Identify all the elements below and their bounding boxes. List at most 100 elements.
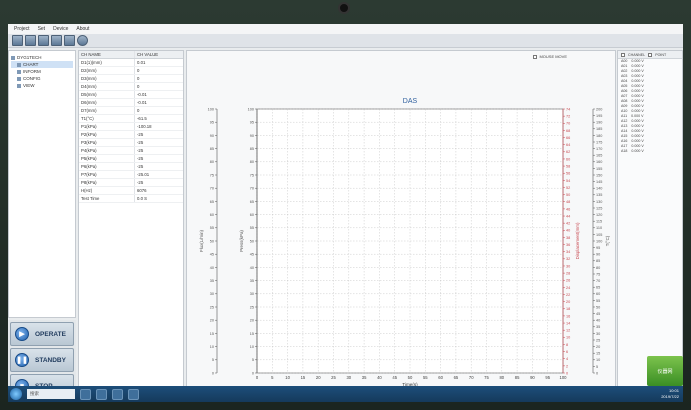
settings-icon[interactable]	[38, 35, 49, 46]
help-icon[interactable]	[77, 35, 88, 46]
y-tick-label: 90	[596, 253, 600, 257]
cell-name: P3(kPa)	[79, 139, 135, 146]
y-tick-label: 90	[250, 134, 254, 138]
y-tick-label: 46	[566, 207, 570, 211]
menu-project[interactable]: Project	[14, 26, 30, 32]
cell-value: 0	[137, 68, 140, 73]
y-tick-label: 25	[210, 305, 214, 309]
table-row[interactable]: D5(mm) -0.01	[79, 91, 183, 99]
x-tick-label: 20	[316, 375, 321, 380]
y-tick-label: 32	[566, 257, 570, 261]
table-body: D1(1)(mm) 0.01 D2(mm) 0 D3(mm) 0 D4(mm) 0 D5(mm)…	[79, 59, 183, 203]
edge-icon[interactable]	[80, 388, 91, 400]
y-tick-label: 4	[566, 357, 568, 361]
table-row[interactable]: P3(kPa) -25	[79, 139, 183, 147]
channel-list: A00 0.000 V A01 0.000 V A02 0.000 V A03 0.000 V…	[618, 59, 682, 154]
y-tick-label: 45	[596, 312, 600, 316]
table-row[interactable]: D1(1)(mm) 0.01	[79, 59, 183, 67]
x-tick-label: 85	[515, 375, 520, 380]
operate-button[interactable]: ▶ OPERATE	[10, 322, 74, 346]
folder-icon[interactable]	[96, 388, 107, 400]
table-row[interactable]: T1(°C) -61.5	[79, 115, 183, 123]
y-tick-label: 85	[250, 147, 254, 151]
table-row[interactable]: P5(kPa) -25	[79, 155, 183, 163]
tree-item-root[interactable]: DYG1TECH	[11, 54, 73, 61]
x-tick-label: 40	[377, 375, 382, 380]
y-tick-label: 72	[566, 115, 570, 119]
tree-item-inform[interactable]: INFORM	[11, 68, 73, 75]
tree-item-view[interactable]: VIEW	[11, 82, 73, 89]
y-tick-label: 135	[596, 193, 602, 197]
y-tick-label: 130	[596, 200, 602, 204]
channel-checkbox[interactable]	[621, 52, 625, 57]
das-chart[interactable]: DAS0 5 10 15 20 25 30 35 40 45 50 55 60 65 70 75 80 85 90 9…	[187, 51, 617, 395]
cell-name: D5(mm)	[79, 91, 135, 98]
standby-button[interactable]: ❚❚ STANDBY	[10, 348, 74, 372]
y-tick-label: 165	[596, 154, 602, 158]
y-tick-label: 80	[210, 160, 214, 164]
menu-set[interactable]: Set	[38, 26, 46, 32]
start-icon[interactable]	[10, 388, 22, 400]
table-row[interactable]: D3(mm) 0	[79, 75, 183, 83]
refresh-icon[interactable]	[64, 35, 75, 46]
table-row[interactable]: H(Hz) 6076	[79, 187, 183, 195]
checkbox-icon	[533, 54, 538, 59]
y-tick-label: 30	[210, 292, 214, 296]
mouse-move-label: MOUSE MOVE	[539, 54, 567, 59]
cell-value: -25	[137, 140, 144, 145]
cell-value: -25.01	[137, 172, 150, 177]
y-axis-label: Displacement(mm)	[575, 222, 580, 259]
x-tick-label: 35	[362, 375, 367, 380]
open-icon[interactable]	[12, 35, 23, 46]
tree-item-chart[interactable]: CHART	[11, 61, 73, 68]
taskbar-search[interactable]: 搜索	[27, 389, 75, 399]
menu-device[interactable]: Device	[53, 26, 68, 32]
y-tick-label: 40	[250, 266, 254, 270]
mouse-move-toggle[interactable]: MOUSE MOVE	[533, 54, 567, 59]
x-tick-label: 100	[560, 375, 568, 380]
table-row[interactable]: P8(kPa) -25	[79, 179, 183, 187]
menu-bar: Project Set Device About	[8, 24, 683, 34]
channel-panel-header: CHANNEL POINT	[618, 51, 682, 59]
table-row[interactable]: D4(mm) 0	[79, 83, 183, 91]
y-tick-label: 65	[210, 200, 214, 204]
y-tick-label: 68	[566, 129, 570, 133]
app-window: Project Set Device About DYG1TECH CHART …	[8, 24, 683, 402]
table-row[interactable]: D7(mm) 0	[79, 107, 183, 115]
y-tick-label: 190	[596, 121, 602, 125]
channel-voltage: 0.000 V	[631, 149, 644, 153]
x-tick-label: 50	[408, 375, 413, 380]
table-row[interactable]: Test Time 0.0 S	[79, 195, 183, 203]
y-tick-label: 35	[250, 279, 254, 283]
channel-row[interactable]: A18 0.000 V	[618, 149, 682, 154]
point-checkbox[interactable]	[648, 52, 653, 57]
y-tick-label: 38	[566, 236, 570, 240]
table-row[interactable]: P6(kPa) -25	[79, 163, 183, 171]
y-tick-label: 115	[596, 220, 602, 224]
y-tick-label: 0	[566, 371, 568, 375]
cell-value: -25	[137, 156, 144, 161]
app-icon[interactable]	[128, 388, 139, 400]
y-tick-label: 80	[250, 160, 254, 164]
table-row[interactable]: P2(kPa) -25	[79, 131, 183, 139]
menu-about[interactable]: About	[76, 26, 89, 32]
save-icon[interactable]	[25, 35, 36, 46]
y-tick-label: 74	[566, 107, 570, 111]
data-icon[interactable]	[51, 35, 62, 46]
x-tick-label: 30	[346, 375, 351, 380]
table-row[interactable]: D2(mm) 0	[79, 67, 183, 75]
tree-item-config[interactable]: CONFIG	[11, 75, 73, 82]
y-tick-label: 35	[596, 325, 600, 329]
table-row[interactable]: P4(kPa) -25	[79, 147, 183, 155]
y-tick-label: 40	[596, 319, 600, 323]
channel-id: A18	[621, 149, 628, 153]
table-row[interactable]: D6(mm) -0.01	[79, 99, 183, 107]
table-row[interactable]: P7(kPa) -25.01	[79, 171, 183, 179]
y-tick-label: 55	[210, 226, 214, 230]
store-icon[interactable]	[112, 388, 123, 400]
y-tick-label: 10	[250, 345, 254, 349]
table-row[interactable]: P1(kPa) -100.18	[79, 123, 183, 131]
y-tick-label: 30	[566, 264, 570, 268]
y-tick-label: 10	[210, 345, 214, 349]
system-clock[interactable]: 10:01 2019/7/22	[661, 388, 679, 400]
